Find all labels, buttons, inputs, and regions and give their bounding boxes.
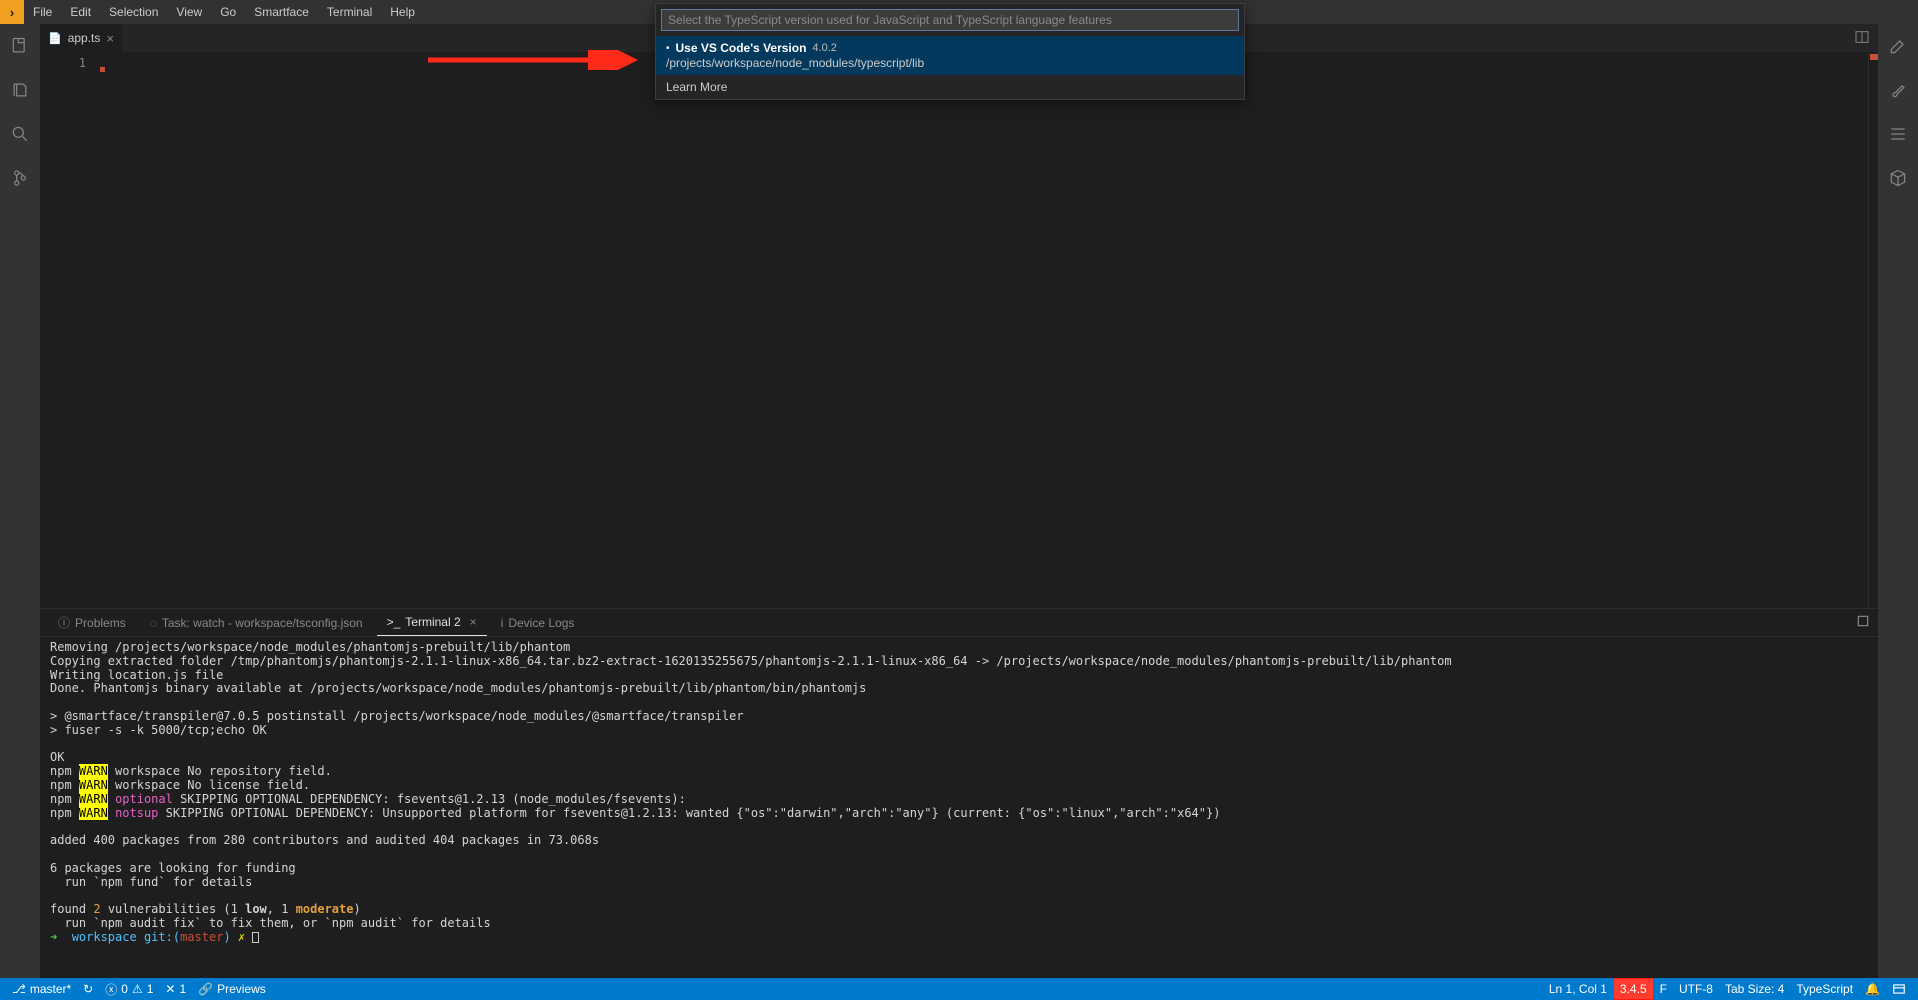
menu-selection[interactable]: Selection <box>100 0 167 24</box>
bottom-panel: ⓘ Problems ◌ Task: watch - workspace/tsc… <box>40 608 1878 978</box>
bell-icon: 🔔 <box>1865 982 1880 996</box>
sb-tab-size[interactable]: Tab Size: 4 <box>1719 978 1790 1000</box>
menu-terminal[interactable]: Terminal <box>318 0 381 24</box>
panel-tab-label: Task: watch - workspace/tsconfig.json <box>162 616 363 630</box>
terminal-icon: >_ <box>387 615 401 629</box>
sb-sync[interactable]: ↻ <box>77 978 99 1000</box>
quickpick-input[interactable] <box>661 9 1239 31</box>
sb-language[interactable]: TypeScript <box>1790 978 1859 1000</box>
line-number: 1 <box>40 56 86 70</box>
panel-tabs: ⓘ Problems ◌ Task: watch - workspace/tsc… <box>40 609 1878 637</box>
link-icon: 🔗 <box>198 982 213 996</box>
terminal-output[interactable]: Removing /projects/workspace/node_module… <box>40 637 1878 978</box>
menu-smartface[interactable]: Smartface <box>245 0 318 24</box>
quickpick-item-learn-more[interactable]: Learn More <box>656 75 1244 99</box>
warn-badge: WARN <box>79 806 108 820</box>
edit-icon[interactable] <box>1886 34 1910 58</box>
error-squiggle-icon <box>100 67 105 72</box>
editor-content[interactable] <box>100 52 1868 608</box>
menu-view[interactable]: View <box>167 0 211 24</box>
close-icon[interactable]: × <box>470 615 477 629</box>
sb-ts-version[interactable]: 3.4.5 <box>1613 978 1654 1000</box>
editor-area[interactable]: 1 <box>40 52 1878 608</box>
activity-bar-right <box>1878 24 1918 978</box>
sb-encoding[interactable]: UTF-8 <box>1673 978 1719 1000</box>
body-area: 📄 app.ts × 1 <box>0 24 1918 978</box>
maximize-panel-icon[interactable] <box>1856 614 1870 631</box>
sb-line-col[interactable]: Ln 1, Col 1 <box>1543 978 1613 1000</box>
line-gutter: 1 <box>40 52 100 608</box>
brush-icon[interactable] <box>1886 78 1910 102</box>
package-icon[interactable] <box>1886 166 1910 190</box>
app-logo-icon[interactable]: › <box>0 0 24 24</box>
bullet-icon: • <box>666 43 670 54</box>
menu-edit[interactable]: Edit <box>61 0 100 24</box>
sb-x-count[interactable]: ✕1 <box>159 978 192 1000</box>
panel-tab-problems[interactable]: ⓘ Problems <box>48 609 136 636</box>
statusbar: ⎇ master* ↻ ⓧ0 ⚠1 ✕1 🔗 Previews Ln 1, Co… <box>0 978 1918 1000</box>
info-icon: i <box>501 616 504 630</box>
warn-badge: WARN <box>79 778 108 792</box>
overview-ruler[interactable] <box>1868 52 1878 608</box>
sb-diagnostics[interactable]: ⓧ0 ⚠1 <box>99 978 159 1000</box>
file-icon: 📄 <box>48 32 62 45</box>
sb-f[interactable]: F <box>1654 978 1673 1000</box>
warning-icon: ⚠ <box>132 982 143 996</box>
menu-file[interactable]: File <box>24 0 61 24</box>
sync-icon: ↻ <box>83 982 93 996</box>
activity-bar-left <box>0 24 40 978</box>
panel-tab-label: Device Logs <box>508 616 574 630</box>
x-icon: ✕ <box>165 982 175 996</box>
task-spinner-icon: ◌ <box>150 616 157 630</box>
panel-tab-label: Terminal 2 <box>405 615 460 629</box>
close-icon[interactable]: × <box>106 31 114 46</box>
ruler-error-mark <box>1870 54 1878 60</box>
sb-layout[interactable] <box>1886 978 1912 1000</box>
terminal-cursor <box>252 932 259 943</box>
sb-bell[interactable]: 🔔 <box>1859 978 1886 1000</box>
info-icon: ⓘ <box>58 614 70 631</box>
tab-app-ts[interactable]: 📄 app.ts × <box>40 24 123 52</box>
list-icon[interactable] <box>1886 122 1910 146</box>
qp-version: 4.0.2 <box>812 42 836 54</box>
sb-branch[interactable]: ⎇ master* <box>6 978 77 1000</box>
branch-icon: ⎇ <box>12 982 26 996</box>
menu-go[interactable]: Go <box>211 0 245 24</box>
files-icon[interactable] <box>8 78 32 102</box>
tab-label: app.ts <box>68 31 101 45</box>
quickpick-item-use-vscode-version[interactable]: • Use VS Code's Version 4.0.2 /projects/… <box>656 36 1244 75</box>
source-control-icon[interactable] <box>8 166 32 190</box>
error-icon: ⓧ <box>105 981 117 998</box>
prompt-arrow-icon: ➜ <box>50 930 57 944</box>
split-editor-icon[interactable] <box>1854 29 1870 48</box>
search-icon[interactable] <box>8 122 32 146</box>
panel-tab-terminal[interactable]: >_ Terminal 2 × <box>377 609 487 636</box>
sb-previews[interactable]: 🔗 Previews <box>192 978 272 1000</box>
main-column: 📄 app.ts × 1 <box>40 24 1878 978</box>
panel-tab-device-logs[interactable]: i Device Logs <box>491 609 585 636</box>
panel-tab-task[interactable]: ◌ Task: watch - workspace/tsconfig.json <box>140 609 373 636</box>
menu-help[interactable]: Help <box>381 0 424 24</box>
panel-tab-label: Problems <box>75 616 126 630</box>
qp-title: Use VS Code's Version <box>676 41 807 55</box>
qp-title: Learn More <box>666 80 727 94</box>
tab-actions <box>1854 24 1878 52</box>
qp-description: /projects/workspace/node_modules/typescr… <box>666 56 1234 70</box>
warn-badge: WARN <box>79 792 108 806</box>
pages-icon[interactable] <box>8 34 32 58</box>
quickpick-dropdown: • Use VS Code's Version 4.0.2 /projects/… <box>655 3 1245 100</box>
warn-badge: WARN <box>79 764 108 778</box>
